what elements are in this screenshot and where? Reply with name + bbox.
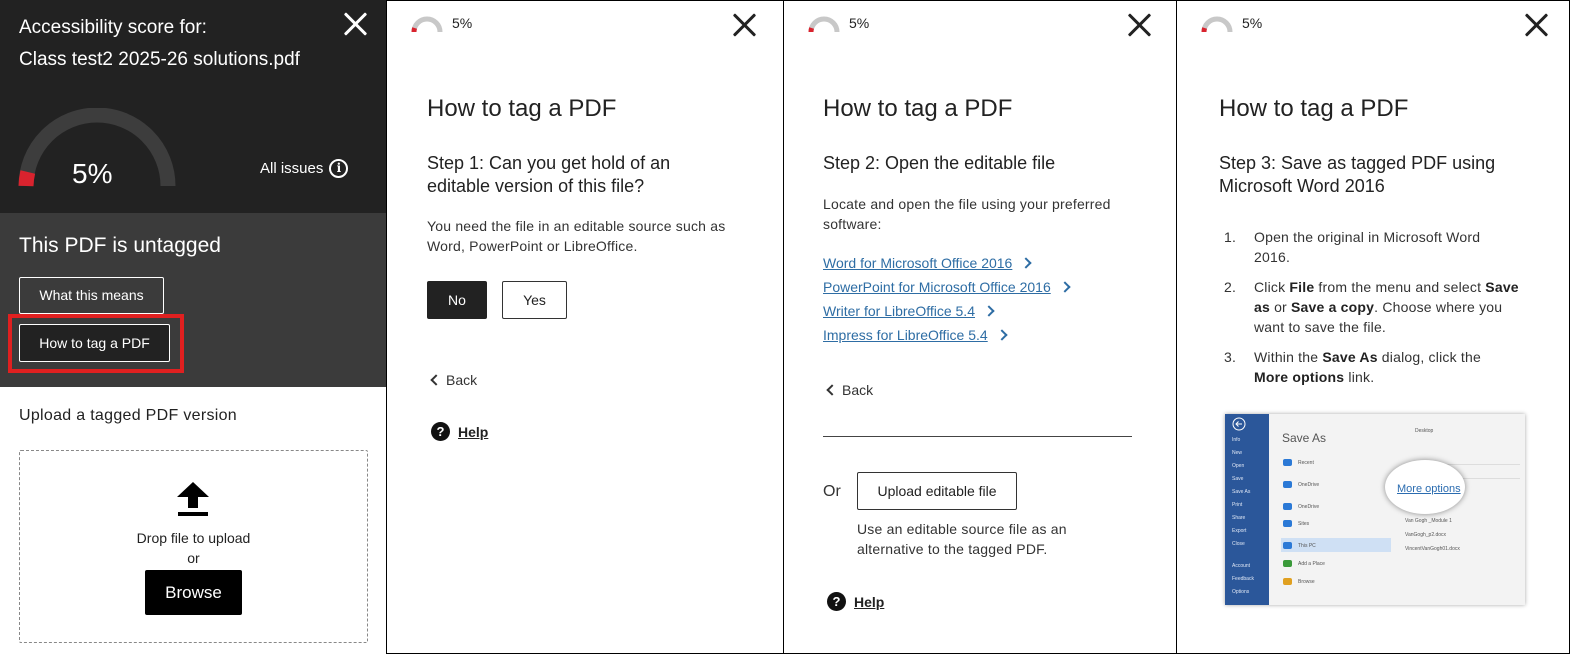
file-name: Class test2 2025-26 solutions.pdf: [19, 49, 300, 70]
back-link[interactable]: Back: [430, 372, 478, 388]
status-heading: This PDF is untagged: [19, 234, 221, 257]
mini-score-gauge: [411, 16, 443, 33]
page-title: How to tag a PDF: [823, 95, 1013, 122]
close-icon[interactable]: [731, 12, 757, 38]
link-impress-label: Impress for LibreOffice 5.4: [823, 327, 988, 343]
help-icon: ?: [827, 592, 846, 611]
page-title: How to tag a PDF: [1219, 95, 1409, 122]
list-item: Open the original in Microsoft Word 2016…: [1224, 227, 1481, 265]
step-heading: Step 3: Save as tagged PDF using Microso…: [1219, 153, 1496, 196]
desktop-label: Desktop: [1415, 428, 1434, 434]
upload-note: Use an editable source file as an altern…: [857, 521, 1067, 557]
link-impress[interactable]: Impress for LibreOffice 5.4: [823, 327, 1008, 343]
instruction-list: Open the original in Microsoft Word 2016…: [1219, 227, 1519, 397]
chevron-left-icon: [430, 374, 442, 386]
score-percentage: 5%: [72, 158, 113, 189]
browse-button[interactable]: Browse: [145, 570, 242, 615]
place-item: Sites: [1283, 520, 1309, 527]
link-powerpoint[interactable]: PowerPoint for Microsoft Office 2016: [823, 279, 1071, 295]
mini-score-percentage: 5%: [1242, 15, 1263, 31]
place-item: Recent: [1283, 459, 1314, 466]
link-powerpoint-label: PowerPoint for Microsoft Office 2016: [823, 279, 1051, 295]
place-item: Browse: [1283, 578, 1315, 585]
chevron-right-icon: [1020, 257, 1033, 269]
all-issues-label: All issues: [260, 160, 324, 177]
word-backstage-sidebar: Info New Open Save Save As Print Share E…: [1225, 414, 1269, 605]
chevron-right-icon: [996, 329, 1008, 341]
link-word-label: Word for Microsoft Office 2016: [823, 255, 1013, 271]
close-icon[interactable]: [1126, 12, 1152, 38]
all-issues-link[interactable]: All issues i: [260, 159, 349, 178]
back-label: Back: [842, 382, 874, 398]
no-button[interactable]: No: [427, 281, 487, 319]
step-description: You need the file in an editable source …: [427, 218, 726, 254]
file-item: VincentVanGogh01.docx: [1405, 546, 1460, 552]
more-options-link: More options: [1397, 483, 1461, 495]
close-icon[interactable]: [1523, 12, 1549, 38]
score-title: Accessibility score for:: [19, 17, 207, 38]
chevron-left-icon: [826, 384, 838, 396]
accessibility-score-panel: Accessibility score for: Class test2 202…: [0, 0, 387, 654]
close-icon[interactable]: [342, 11, 368, 37]
back-label: Back: [446, 372, 478, 388]
place-item: OneDrive: [1283, 503, 1319, 510]
help-icon: ?: [431, 422, 450, 441]
list-item: Click File from the menu and select Save…: [1224, 277, 1519, 335]
or-text: or: [187, 550, 200, 566]
file-item: Van Gogh _Module 1: [1405, 518, 1452, 524]
info-icon: i: [329, 159, 349, 178]
help-label: Help: [854, 593, 885, 610]
place-item: OneDrive: [1283, 481, 1319, 488]
mini-score-percentage: 5%: [849, 15, 870, 31]
step-heading: Step 1: Can you get hold of an editable …: [427, 153, 671, 196]
back-link[interactable]: Back: [826, 382, 874, 398]
link-word[interactable]: Word for Microsoft Office 2016: [823, 255, 1033, 271]
upload-editable-button[interactable]: Upload editable file: [857, 472, 1017, 510]
how-to-tag-button[interactable]: How to tag a PDF: [19, 324, 170, 362]
chevron-right-icon: [983, 305, 995, 317]
link-writer-label: Writer for LibreOffice 5.4: [823, 303, 975, 319]
chevron-right-icon: [1059, 281, 1071, 293]
file-item: VanGogh_p2.docx: [1405, 532, 1447, 538]
gauge-pointer: [82, 199, 108, 213]
help-link[interactable]: ? Help: [827, 592, 884, 611]
page-title: How to tag a PDF: [427, 95, 617, 122]
back-arrow-icon: [1232, 417, 1246, 431]
help-label: Help: [458, 423, 489, 440]
mini-score-percentage: 5%: [452, 15, 473, 31]
help-link[interactable]: ? Help: [431, 422, 488, 441]
place-item: Add a Place: [1283, 560, 1325, 567]
upload-title: Upload a tagged PDF version: [19, 407, 237, 424]
upload-icon: [177, 482, 209, 516]
mini-score-gauge: [808, 16, 840, 33]
place-item: This PC: [1283, 542, 1316, 549]
divider: [823, 436, 1132, 437]
mini-score-gauge: [1201, 16, 1233, 33]
save-as-screenshot: Info New Open Save Save As Print Share E…: [1225, 414, 1525, 605]
or-label: Or: [823, 483, 841, 500]
step-description: Locate and open the file using your pref…: [823, 196, 1111, 232]
screenshot-title: Save As: [1282, 431, 1327, 445]
step-heading: Step 2: Open the editable file: [823, 153, 1056, 173]
drop-file-text: Drop file to upload: [136, 530, 251, 546]
link-writer[interactable]: Writer for LibreOffice 5.4: [823, 303, 995, 319]
yes-button[interactable]: Yes: [502, 281, 567, 319]
score-header: Accessibility score for: Class test2 202…: [0, 0, 387, 213]
what-this-means-button[interactable]: What this means: [19, 277, 164, 314]
list-item: Within the Save As dialog, click the Mor…: [1224, 347, 1481, 385]
